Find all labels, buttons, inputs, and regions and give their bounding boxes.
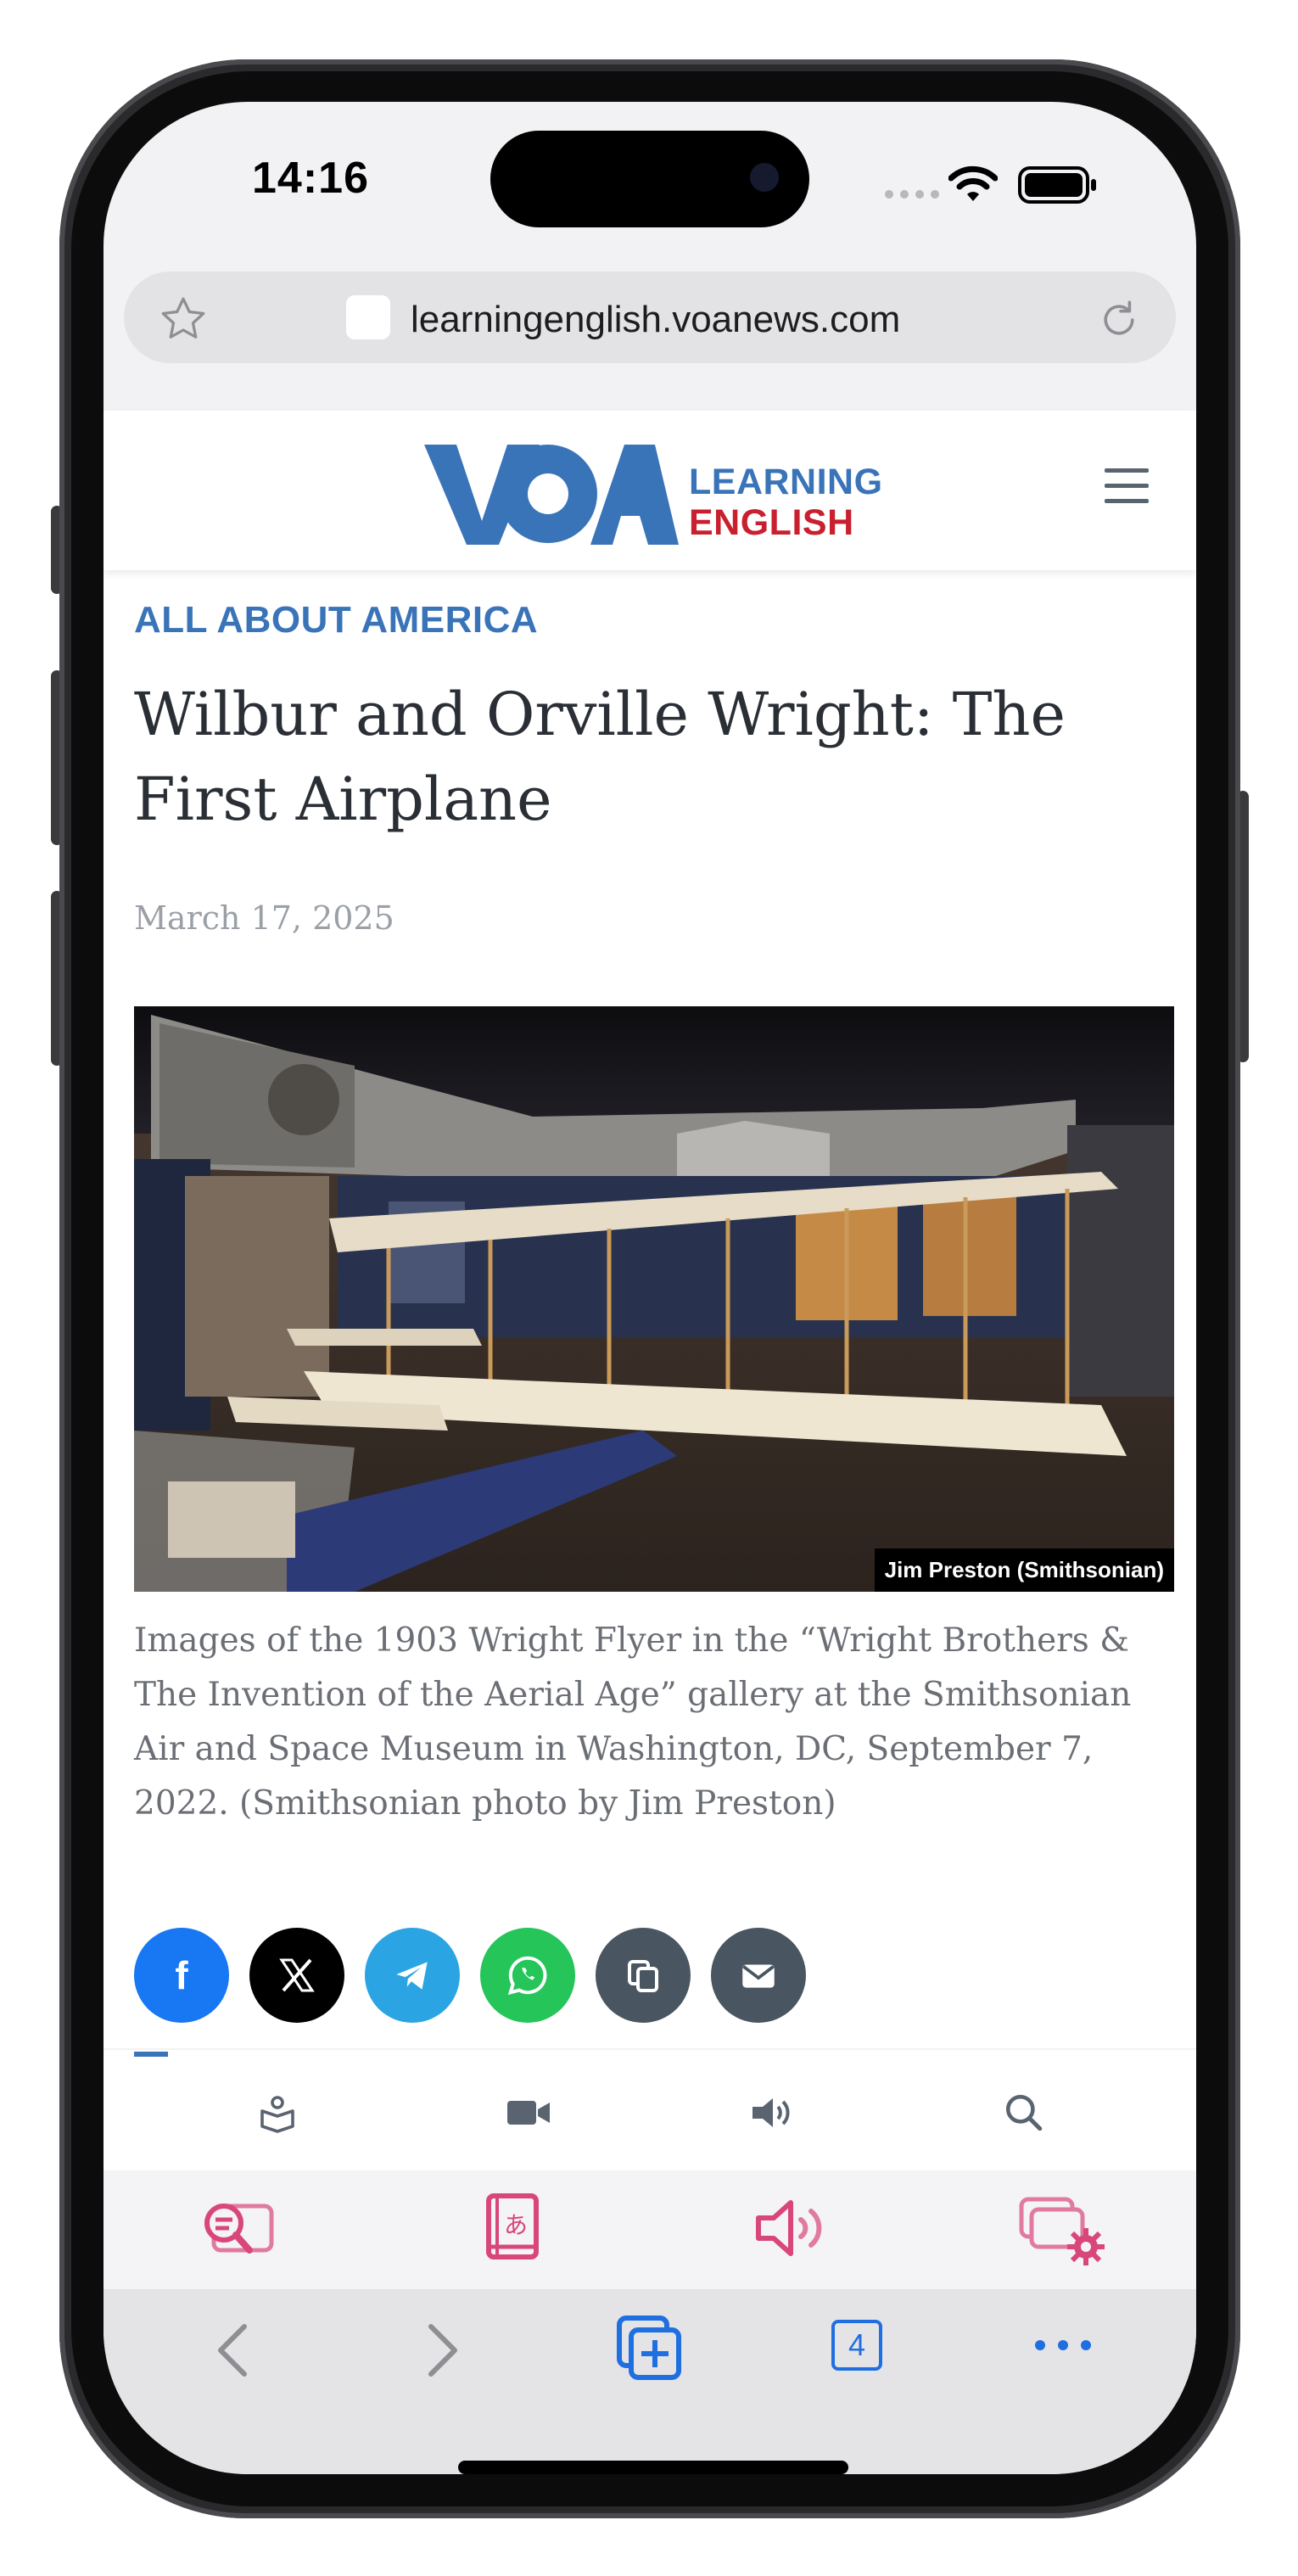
book-reader-icon[interactable] bbox=[248, 2087, 307, 2138]
more-icon[interactable] bbox=[1033, 2338, 1093, 2356]
facebook-share-button[interactable]: f bbox=[134, 1928, 229, 2023]
tabs-icon[interactable]: 4 bbox=[831, 2320, 882, 2371]
forward-icon[interactable] bbox=[424, 2323, 462, 2382]
photo-caption: Images of the 1903 Wright Flyer in the “… bbox=[134, 1621, 1132, 1823]
telegram-icon bbox=[396, 1962, 428, 1990]
voa-logo[interactable]: LEARNING ENGLISH bbox=[424, 440, 882, 550]
translate-search-icon[interactable] bbox=[197, 2196, 278, 2268]
telegram-share-button[interactable] bbox=[365, 1928, 460, 2023]
whatsapp-share-button[interactable] bbox=[480, 1928, 575, 2023]
x-icon bbox=[279, 1958, 315, 1992]
article-kicker[interactable]: ALL ABOUT AMERICA bbox=[134, 599, 538, 641]
read-aloud-icon[interactable] bbox=[753, 2196, 831, 2265]
new-tab-icon[interactable] bbox=[616, 2315, 684, 2387]
speaker-icon[interactable] bbox=[741, 2087, 801, 2138]
x-share-button[interactable] bbox=[249, 1928, 344, 2023]
video-icon[interactable] bbox=[499, 2087, 558, 2138]
article-date: March 17, 2025 bbox=[134, 899, 394, 937]
dictionary-icon[interactable]: あ bbox=[482, 2192, 541, 2268]
voa-logo-learning: LEARNING bbox=[689, 462, 883, 502]
bookmark-star-icon[interactable] bbox=[158, 294, 209, 349]
home-indicator[interactable] bbox=[458, 2461, 848, 2474]
dynamic-island bbox=[490, 131, 809, 227]
copy-icon bbox=[628, 1960, 658, 1992]
tab-count: 4 bbox=[848, 2327, 866, 2362]
wifi-icon bbox=[948, 165, 999, 208]
voa-logo-english: ENGLISH bbox=[689, 502, 854, 543]
url-text[interactable]: learningenglish.voanews.com bbox=[411, 299, 900, 341]
hamburger-menu-icon[interactable] bbox=[1105, 467, 1149, 510]
battery-icon bbox=[1018, 166, 1098, 208]
status-time: 14:16 bbox=[252, 154, 369, 203]
article-headline: Wilbur and Orville Wright: The First Air… bbox=[134, 680, 1066, 834]
cellular-signal-icon bbox=[884, 188, 943, 199]
svg-text:あ: あ bbox=[504, 2211, 528, 2239]
facebook-icon: f bbox=[175, 1953, 188, 1997]
phone-screen: 14:16 learningenglish.voanews.com LEARNI… bbox=[104, 102, 1196, 2474]
content-peek-marker bbox=[134, 2052, 168, 2057]
email-share-button[interactable] bbox=[711, 1928, 806, 2023]
site-favicon bbox=[346, 295, 390, 339]
voa-logo-mark bbox=[424, 445, 679, 545]
photo-credit: Jim Preston (Smithsonian) bbox=[874, 1548, 1174, 1592]
search-icon[interactable] bbox=[994, 2087, 1054, 2138]
article-photo[interactable]: Jim Preston (Smithsonian) bbox=[134, 1006, 1174, 1592]
extension-settings-icon[interactable] bbox=[1018, 2192, 1111, 2273]
mail-icon bbox=[742, 1964, 775, 1988]
browser-toolbar: 4 bbox=[104, 2289, 1196, 2474]
reload-icon[interactable] bbox=[1096, 297, 1142, 347]
whatsapp-icon bbox=[507, 1956, 547, 1996]
back-icon[interactable] bbox=[214, 2323, 251, 2382]
extension-toolbar: あ bbox=[104, 2170, 1196, 2289]
site-bottom-nav bbox=[104, 2050, 1196, 2170]
copy-link-button[interactable] bbox=[596, 1928, 691, 2023]
wright-flyer-exhibit-image bbox=[134, 1006, 1174, 1592]
